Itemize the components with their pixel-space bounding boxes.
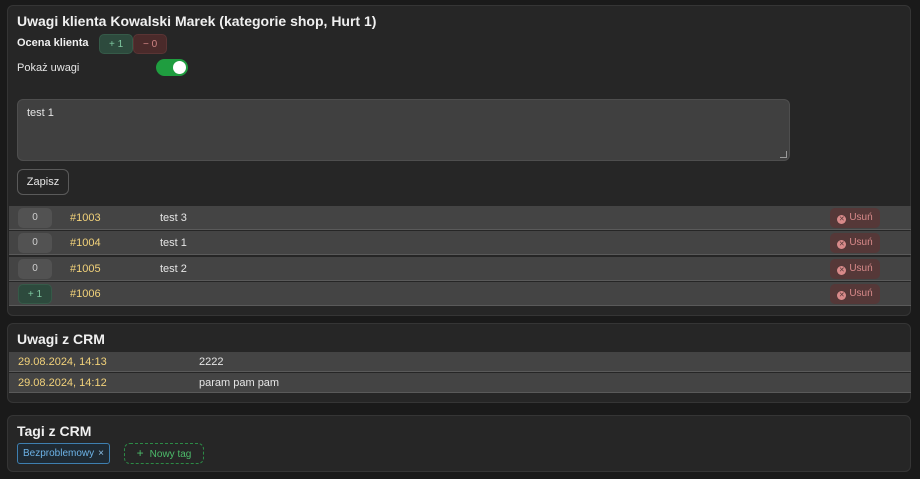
- note-row: 0 #1005 test 2 ✕ Usuń: [9, 257, 911, 281]
- toggle-knob: [173, 61, 186, 74]
- delete-button[interactable]: ✕ Usuń: [830, 208, 880, 228]
- rating-plus-button[interactable]: + 1: [99, 34, 134, 54]
- delete-label: Usuń: [849, 237, 873, 248]
- notes-card-title: Uwagi klienta Kowalski Marek (kategorie …: [17, 13, 377, 29]
- rating-label: Ocena klienta: [17, 37, 89, 49]
- resize-grip-icon[interactable]: [780, 151, 787, 158]
- plus-icon: +: [136, 446, 144, 460]
- crm-row-date: 29.08.2024, 14:12: [18, 377, 107, 389]
- tag-chip[interactable]: Bezproblemowy ×: [17, 443, 110, 464]
- note-row-id: #1003: [70, 212, 101, 224]
- customer-notes-card: Uwagi klienta Kowalski Marek (kategorie …: [7, 5, 911, 316]
- x-circle-icon: ✕: [837, 291, 847, 300]
- x-circle-icon: ✕: [837, 266, 847, 275]
- close-icon[interactable]: ×: [98, 448, 104, 459]
- crm-row: 29.08.2024, 14:13 2222: [9, 352, 911, 372]
- note-row-count[interactable]: 0: [18, 233, 52, 253]
- note-row-count[interactable]: + 1: [18, 284, 52, 304]
- delete-label: Usuń: [849, 212, 873, 223]
- crm-row: 29.08.2024, 14:12 param pam pam: [9, 373, 911, 393]
- delete-label: Usuń: [849, 288, 873, 299]
- delete-button[interactable]: ✕ Usuń: [830, 284, 880, 304]
- crm-row-text: param pam pam: [199, 377, 280, 389]
- note-row-text: test 3: [160, 212, 187, 224]
- tags-card-title: Tagi z CRM: [17, 423, 92, 439]
- note-textarea[interactable]: test 1: [17, 99, 790, 161]
- note-row-id: #1005: [70, 263, 101, 275]
- delete-button[interactable]: ✕ Usuń: [830, 259, 880, 279]
- delete-label: Usuń: [849, 263, 873, 274]
- x-circle-icon: ✕: [837, 240, 847, 249]
- save-button[interactable]: Zapisz: [17, 169, 69, 195]
- crm-card-title: Uwagi z CRM: [17, 331, 105, 347]
- delete-button[interactable]: ✕ Usuń: [830, 233, 880, 253]
- note-row-id: #1006: [70, 288, 101, 300]
- show-notes-label: Pokaż uwagi: [17, 62, 80, 74]
- note-row-count[interactable]: 0: [18, 208, 52, 228]
- note-row: + 1 #1006 ✕ Usuń: [9, 282, 911, 306]
- note-row: 0 #1004 test 1 ✕ Usuń: [9, 231, 911, 255]
- new-tag-label: Nowy tag: [149, 449, 192, 460]
- new-tag-button[interactable]: + Nowy tag: [124, 443, 204, 464]
- show-notes-toggle[interactable]: [156, 59, 188, 76]
- note-row: 0 #1003 test 3 ✕ Usuń: [9, 206, 911, 230]
- rating-minus-button[interactable]: − 0: [133, 34, 168, 54]
- note-text: test 1: [27, 107, 54, 119]
- note-row-id: #1004: [70, 237, 101, 249]
- crm-notes-card: Uwagi z CRM 29.08.2024, 14:13 2222 29.08…: [7, 323, 911, 403]
- note-row-count[interactable]: 0: [18, 259, 52, 279]
- crm-tags-card: Tagi z CRM Bezproblemowy × + Nowy tag: [7, 415, 911, 472]
- tag-label: Bezproblemowy: [23, 448, 95, 459]
- note-row-text: test 2: [160, 263, 187, 275]
- crm-row-date: 29.08.2024, 14:13: [18, 356, 107, 368]
- crm-row-text: 2222: [199, 356, 224, 368]
- note-row-text: test 1: [160, 237, 187, 249]
- x-circle-icon: ✕: [837, 215, 847, 224]
